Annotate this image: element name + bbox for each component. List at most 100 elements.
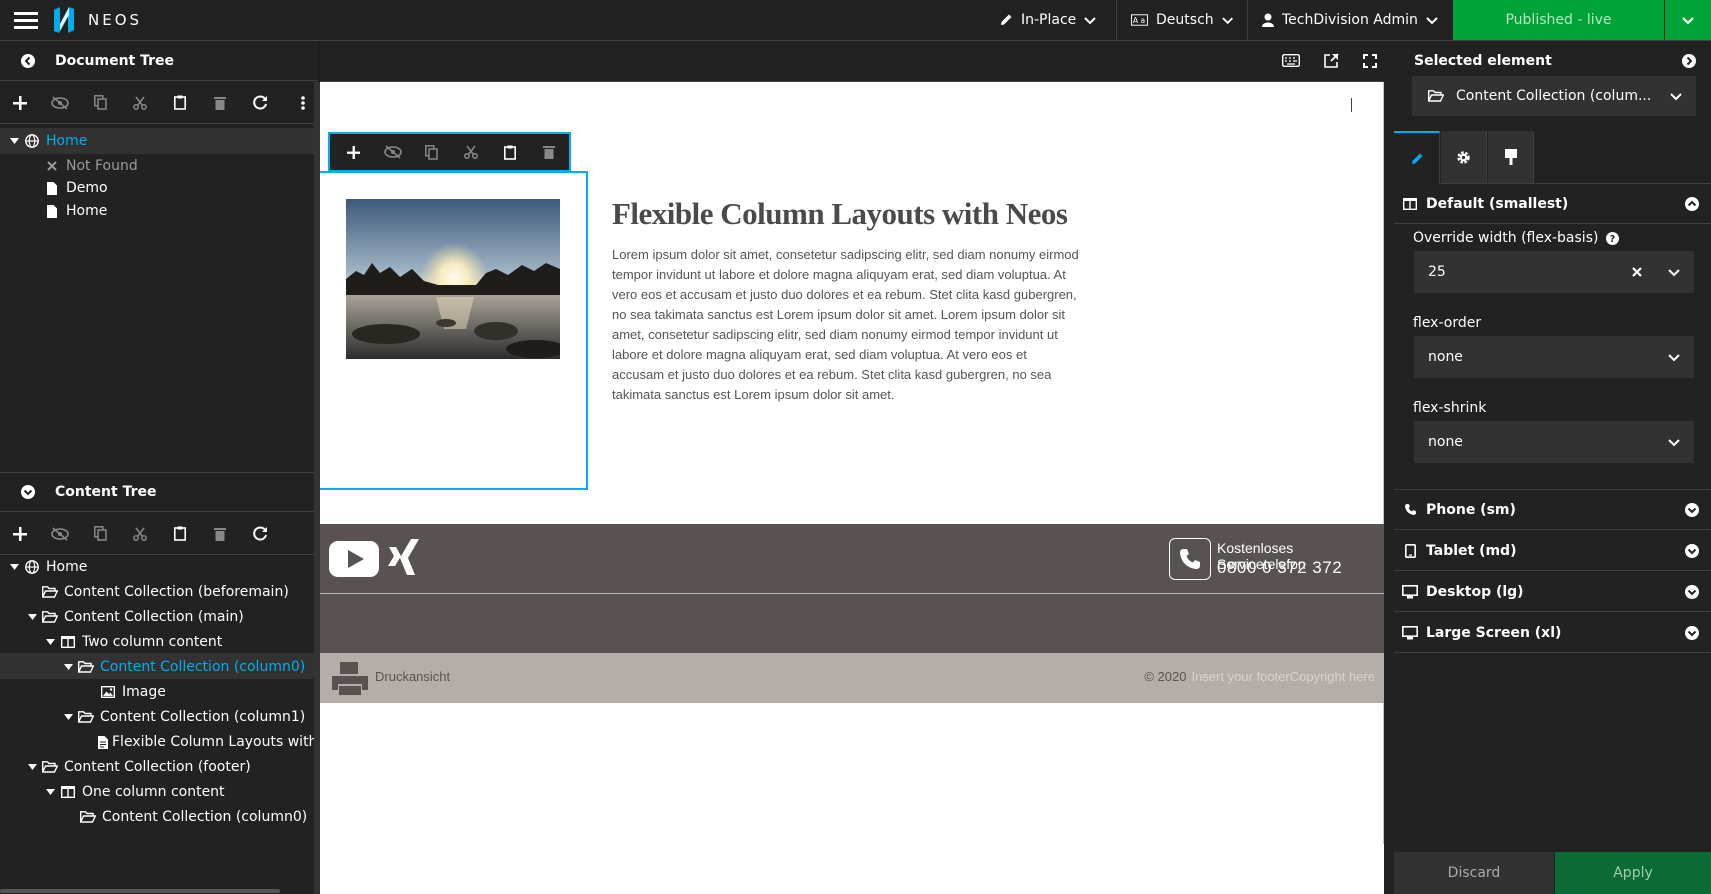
refresh-tree-button[interactable]: [240, 83, 280, 123]
hide-content-button[interactable]: [40, 514, 80, 554]
kebab-icon: [301, 95, 305, 110]
trash-icon: [214, 96, 226, 110]
xing-icon[interactable]: [387, 538, 421, 576]
publish-dropdown-toggle[interactable]: [1665, 0, 1711, 40]
help-icon[interactable]: ?: [1606, 231, 1620, 245]
section-phone-label: Phone (sm): [1426, 501, 1516, 518]
content-node-column1[interactable]: Content Collection (column1): [60, 705, 305, 729]
external-link-icon[interactable]: [1324, 53, 1339, 68]
content-node-label: Content Collection (beforemain): [64, 584, 289, 600]
document-node-home[interactable]: Home: [6, 129, 87, 153]
chevron-down-icon: [1682, 17, 1694, 25]
page-heading[interactable]: Flexible Column Layouts with Neos: [612, 196, 1072, 232]
flex-order-select[interactable]: none: [1414, 336, 1694, 378]
tab-settings[interactable]: [1441, 131, 1487, 183]
copy-content-button[interactable]: [80, 514, 120, 554]
content-node-one-column[interactable]: One column content: [42, 780, 225, 804]
section-desktop[interactable]: Desktop (lg): [1394, 572, 1711, 612]
delete-node-button[interactable]: [530, 145, 569, 159]
copy-node-button[interactable]: [80, 83, 120, 123]
override-width-select[interactable]: 25: [1414, 251, 1694, 293]
paste-content-button[interactable]: [160, 514, 200, 554]
tab-content[interactable]: [1394, 131, 1440, 184]
override-width-text: Override width (flex-basis): [1413, 230, 1599, 246]
document-node-home-sub[interactable]: Home: [42, 199, 107, 223]
section-default[interactable]: Default (smallest): [1394, 184, 1711, 224]
keyboard-icon[interactable]: [1282, 54, 1300, 67]
language-dropdown[interactable]: Aa Deutsch: [1116, 0, 1247, 40]
delete-node-button[interactable]: [200, 83, 240, 123]
document-node-demo[interactable]: Demo: [42, 176, 108, 200]
chevron-down-circle-icon: [1685, 503, 1699, 517]
content-node-label: Content Collection (column0): [102, 809, 308, 825]
clear-icon[interactable]: [1632, 267, 1642, 277]
flex-order-value: none: [1428, 349, 1463, 365]
user-menu[interactable]: TechDivision Admin: [1247, 0, 1453, 40]
copyright-placeholder[interactable]: Insert your footerCopyright here: [1191, 669, 1375, 684]
print-view-link[interactable]: Druckansicht: [375, 669, 450, 684]
cut-content-button[interactable]: [120, 514, 160, 554]
collapse-right-icon[interactable]: [1682, 54, 1696, 68]
content-node-home[interactable]: Home: [6, 555, 87, 579]
refresh-content-button[interactable]: [240, 514, 280, 554]
publish-button[interactable]: Published - live: [1453, 0, 1664, 40]
caret-down-icon[interactable]: [24, 764, 40, 770]
hide-node-button[interactable]: [373, 145, 412, 159]
content-node-footer-column0[interactable]: Content Collection (column0): [78, 805, 307, 829]
printer-icon[interactable]: [330, 660, 370, 696]
section-phone[interactable]: Phone (sm): [1394, 490, 1711, 530]
add-node-button[interactable]: [334, 145, 373, 159]
service-phone[interactable]: 0800 0 372 372: [1217, 558, 1342, 578]
youtube-icon[interactable]: [329, 541, 379, 577]
section-tablet[interactable]: Tablet (md): [1394, 531, 1711, 571]
caret-down-icon[interactable]: [60, 664, 76, 670]
content-node-footer[interactable]: Content Collection (footer): [24, 755, 251, 779]
apply-button[interactable]: Apply: [1555, 852, 1711, 894]
add-content-button[interactable]: [0, 514, 40, 554]
paste-node-button[interactable]: [491, 145, 530, 160]
folder-open-icon: [76, 661, 96, 673]
collapse-left-icon[interactable]: [0, 53, 55, 68]
caret-down-icon[interactable]: [42, 789, 58, 795]
eye-slash-icon: [51, 526, 69, 541]
selected-element-dropdown[interactable]: Content Collection (colum...: [1412, 76, 1696, 116]
content-node-column0-selected[interactable]: Content Collection (column0): [60, 655, 305, 679]
content-node-image[interactable]: Image: [98, 680, 166, 704]
section-large-screen[interactable]: Large Screen (xl): [1394, 613, 1711, 653]
menu-icon[interactable]: [14, 10, 38, 30]
content-node-beforemain[interactable]: Content Collection (beforemain): [40, 580, 289, 604]
edit-mode-dropdown[interactable]: In-Place: [985, 0, 1116, 40]
scissors-icon: [133, 527, 147, 541]
content-node-main[interactable]: Content Collection (main): [24, 605, 244, 629]
fullscreen-icon[interactable]: [1363, 54, 1377, 68]
paste-node-button[interactable]: [160, 83, 200, 123]
language-icon: Aa: [1131, 14, 1149, 26]
tab-style[interactable]: [1488, 131, 1534, 183]
sunset-image[interactable]: [346, 199, 560, 359]
svg-text:A: A: [1133, 16, 1139, 25]
cut-node-button[interactable]: [120, 83, 160, 123]
flex-shrink-select[interactable]: none: [1414, 421, 1694, 463]
content-node-label: One column content: [82, 784, 225, 800]
content-node-headline[interactable]: Flexible Column Layouts with: [98, 730, 314, 754]
cut-node-button[interactable]: [452, 145, 491, 159]
caret-down-icon[interactable]: [6, 564, 22, 570]
document-node-not-found[interactable]: Not Found: [42, 154, 138, 178]
content-tree-toolbar: [0, 513, 318, 555]
chevron-down-circle-icon: [1685, 585, 1699, 599]
add-node-button[interactable]: [0, 83, 40, 123]
caret-down-icon[interactable]: [42, 639, 58, 645]
horizontal-scrollbar[interactable]: [0, 889, 280, 893]
copy-node-button[interactable]: [412, 144, 451, 160]
discard-button[interactable]: Discard: [1394, 852, 1554, 894]
caret-down-icon[interactable]: [6, 138, 22, 144]
caret-down-icon[interactable]: [24, 614, 40, 620]
hide-node-button[interactable]: [40, 83, 80, 123]
collapse-content-tree-icon[interactable]: [0, 485, 55, 499]
text-cursor: [1351, 98, 1352, 112]
page-body-text[interactable]: Lorem ipsum dolor sit amet, consetetur s…: [612, 245, 1082, 405]
content-node-two-column[interactable]: Two column content: [42, 630, 222, 654]
chevron-down-circle-icon: [1685, 544, 1699, 558]
caret-down-icon[interactable]: [60, 714, 76, 720]
delete-content-button[interactable]: [200, 514, 240, 554]
